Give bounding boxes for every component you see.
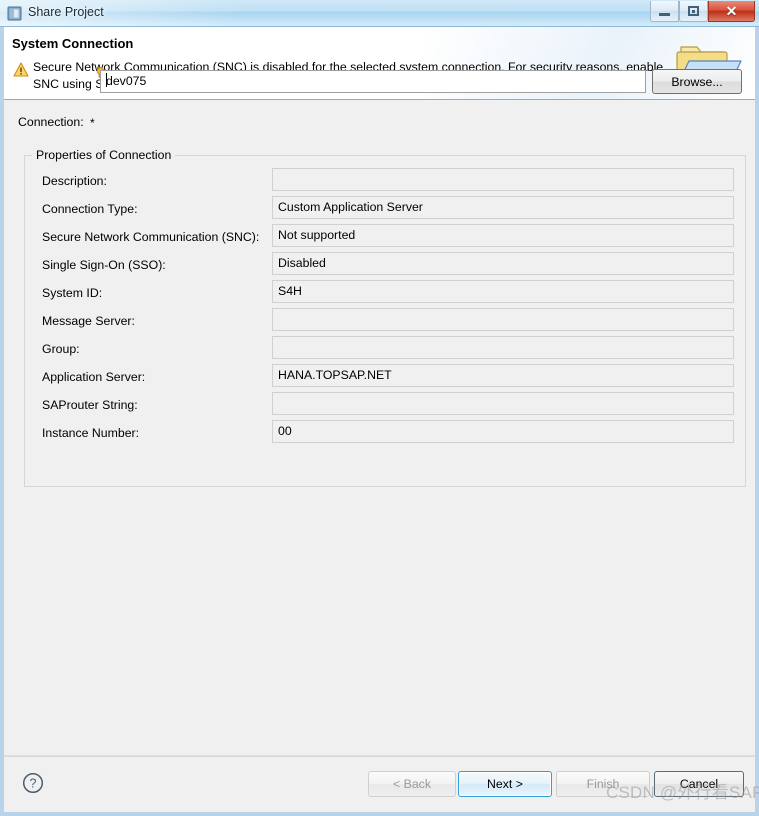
finish-button[interactable]: Finish bbox=[556, 771, 650, 797]
property-label: Group: bbox=[42, 342, 80, 356]
back-button-label: < Back bbox=[393, 777, 431, 791]
property-row: Connection Type: Custom Application Serve… bbox=[4, 196, 759, 224]
properties-list: Description: Connection Type: Custom Appli… bbox=[4, 168, 759, 448]
next-button[interactable]: Next > bbox=[458, 771, 552, 797]
property-value[interactable] bbox=[272, 308, 734, 331]
next-button-label: Next > bbox=[487, 777, 523, 791]
cancel-button[interactable]: Cancel bbox=[654, 771, 744, 797]
property-label: Instance Number: bbox=[42, 426, 140, 440]
property-value[interactable]: Not supported bbox=[272, 224, 734, 247]
property-value[interactable]: Disabled bbox=[272, 252, 734, 275]
finish-button-label: Finish bbox=[586, 777, 620, 791]
connection-input-value: dev075 bbox=[106, 74, 147, 88]
property-value[interactable]: HANA.TOPSAP.NET bbox=[272, 364, 734, 387]
close-button[interactable]: ✕ bbox=[708, 1, 755, 22]
property-row: SAProuter String: bbox=[4, 392, 759, 420]
connection-label: Connection: bbox=[18, 115, 84, 129]
close-icon: ✕ bbox=[725, 3, 738, 19]
restore-icon bbox=[688, 6, 699, 16]
property-row: Message Server: bbox=[4, 308, 759, 336]
connection-input[interactable]: dev075 bbox=[100, 70, 646, 93]
svg-text:?: ? bbox=[30, 777, 37, 791]
share-project-dialog: Share Project ✕ System Connection Secure… bbox=[0, 0, 759, 816]
property-label: System ID: bbox=[42, 286, 103, 300]
property-label: Secure Network Communication (SNC): bbox=[42, 230, 260, 244]
required-asterisk: * bbox=[90, 116, 95, 130]
property-value[interactable] bbox=[272, 392, 734, 415]
maximize-button[interactable] bbox=[679, 1, 708, 22]
button-bar-divider bbox=[4, 756, 755, 757]
property-value[interactable]: S4H bbox=[272, 280, 734, 303]
page-title: System Connection bbox=[12, 36, 134, 51]
property-label: Connection Type: bbox=[42, 202, 138, 216]
property-row: Description: bbox=[4, 168, 759, 196]
minimize-button[interactable] bbox=[650, 1, 679, 22]
help-circle-icon[interactable]: ? bbox=[22, 772, 44, 794]
property-row: Single Sign-On (SSO): Disabled bbox=[4, 252, 759, 280]
dialog-button-bar: ? < Back Next > Finish Cancel bbox=[4, 755, 755, 812]
back-button[interactable]: < Back bbox=[368, 771, 456, 797]
property-row: Application Server: HANA.TOPSAP.NET bbox=[4, 364, 759, 392]
dialog-body: System Connection Secure Network Communi… bbox=[0, 27, 759, 816]
property-label: Description: bbox=[42, 174, 107, 188]
connection-row: Connection: * bbox=[4, 100, 755, 145]
property-row: Group: bbox=[4, 336, 759, 364]
property-label: Application Server: bbox=[42, 370, 146, 384]
property-row: System ID: S4H bbox=[4, 280, 759, 308]
property-label: Message Server: bbox=[42, 314, 135, 328]
window-title: Share Project bbox=[28, 5, 104, 19]
title-bar: Share Project ✕ bbox=[0, 0, 759, 27]
property-label: SAProuter String: bbox=[42, 398, 138, 412]
property-label: Single Sign-On (SSO): bbox=[42, 258, 166, 272]
titlebar-ghost-text bbox=[113, 7, 593, 19]
warning-triangle-icon bbox=[13, 62, 29, 77]
property-value[interactable]: Custom Application Server bbox=[272, 196, 734, 219]
browse-button-label: Browse... bbox=[671, 74, 723, 89]
minimize-icon bbox=[659, 13, 670, 16]
properties-groupbox-legend: Properties of Connection bbox=[32, 148, 176, 162]
window-app-icon bbox=[7, 6, 22, 21]
property-row: Secure Network Communication (SNC): Not s… bbox=[4, 224, 759, 252]
property-value[interactable] bbox=[272, 336, 734, 359]
property-value[interactable]: 00 bbox=[272, 420, 734, 443]
property-value[interactable] bbox=[272, 168, 734, 191]
cancel-button-label: Cancel bbox=[679, 777, 719, 791]
property-row: Instance Number: 00 bbox=[4, 420, 759, 448]
window-controls: ✕ bbox=[650, 1, 755, 23]
browse-button[interactable]: Browse... bbox=[652, 69, 742, 94]
